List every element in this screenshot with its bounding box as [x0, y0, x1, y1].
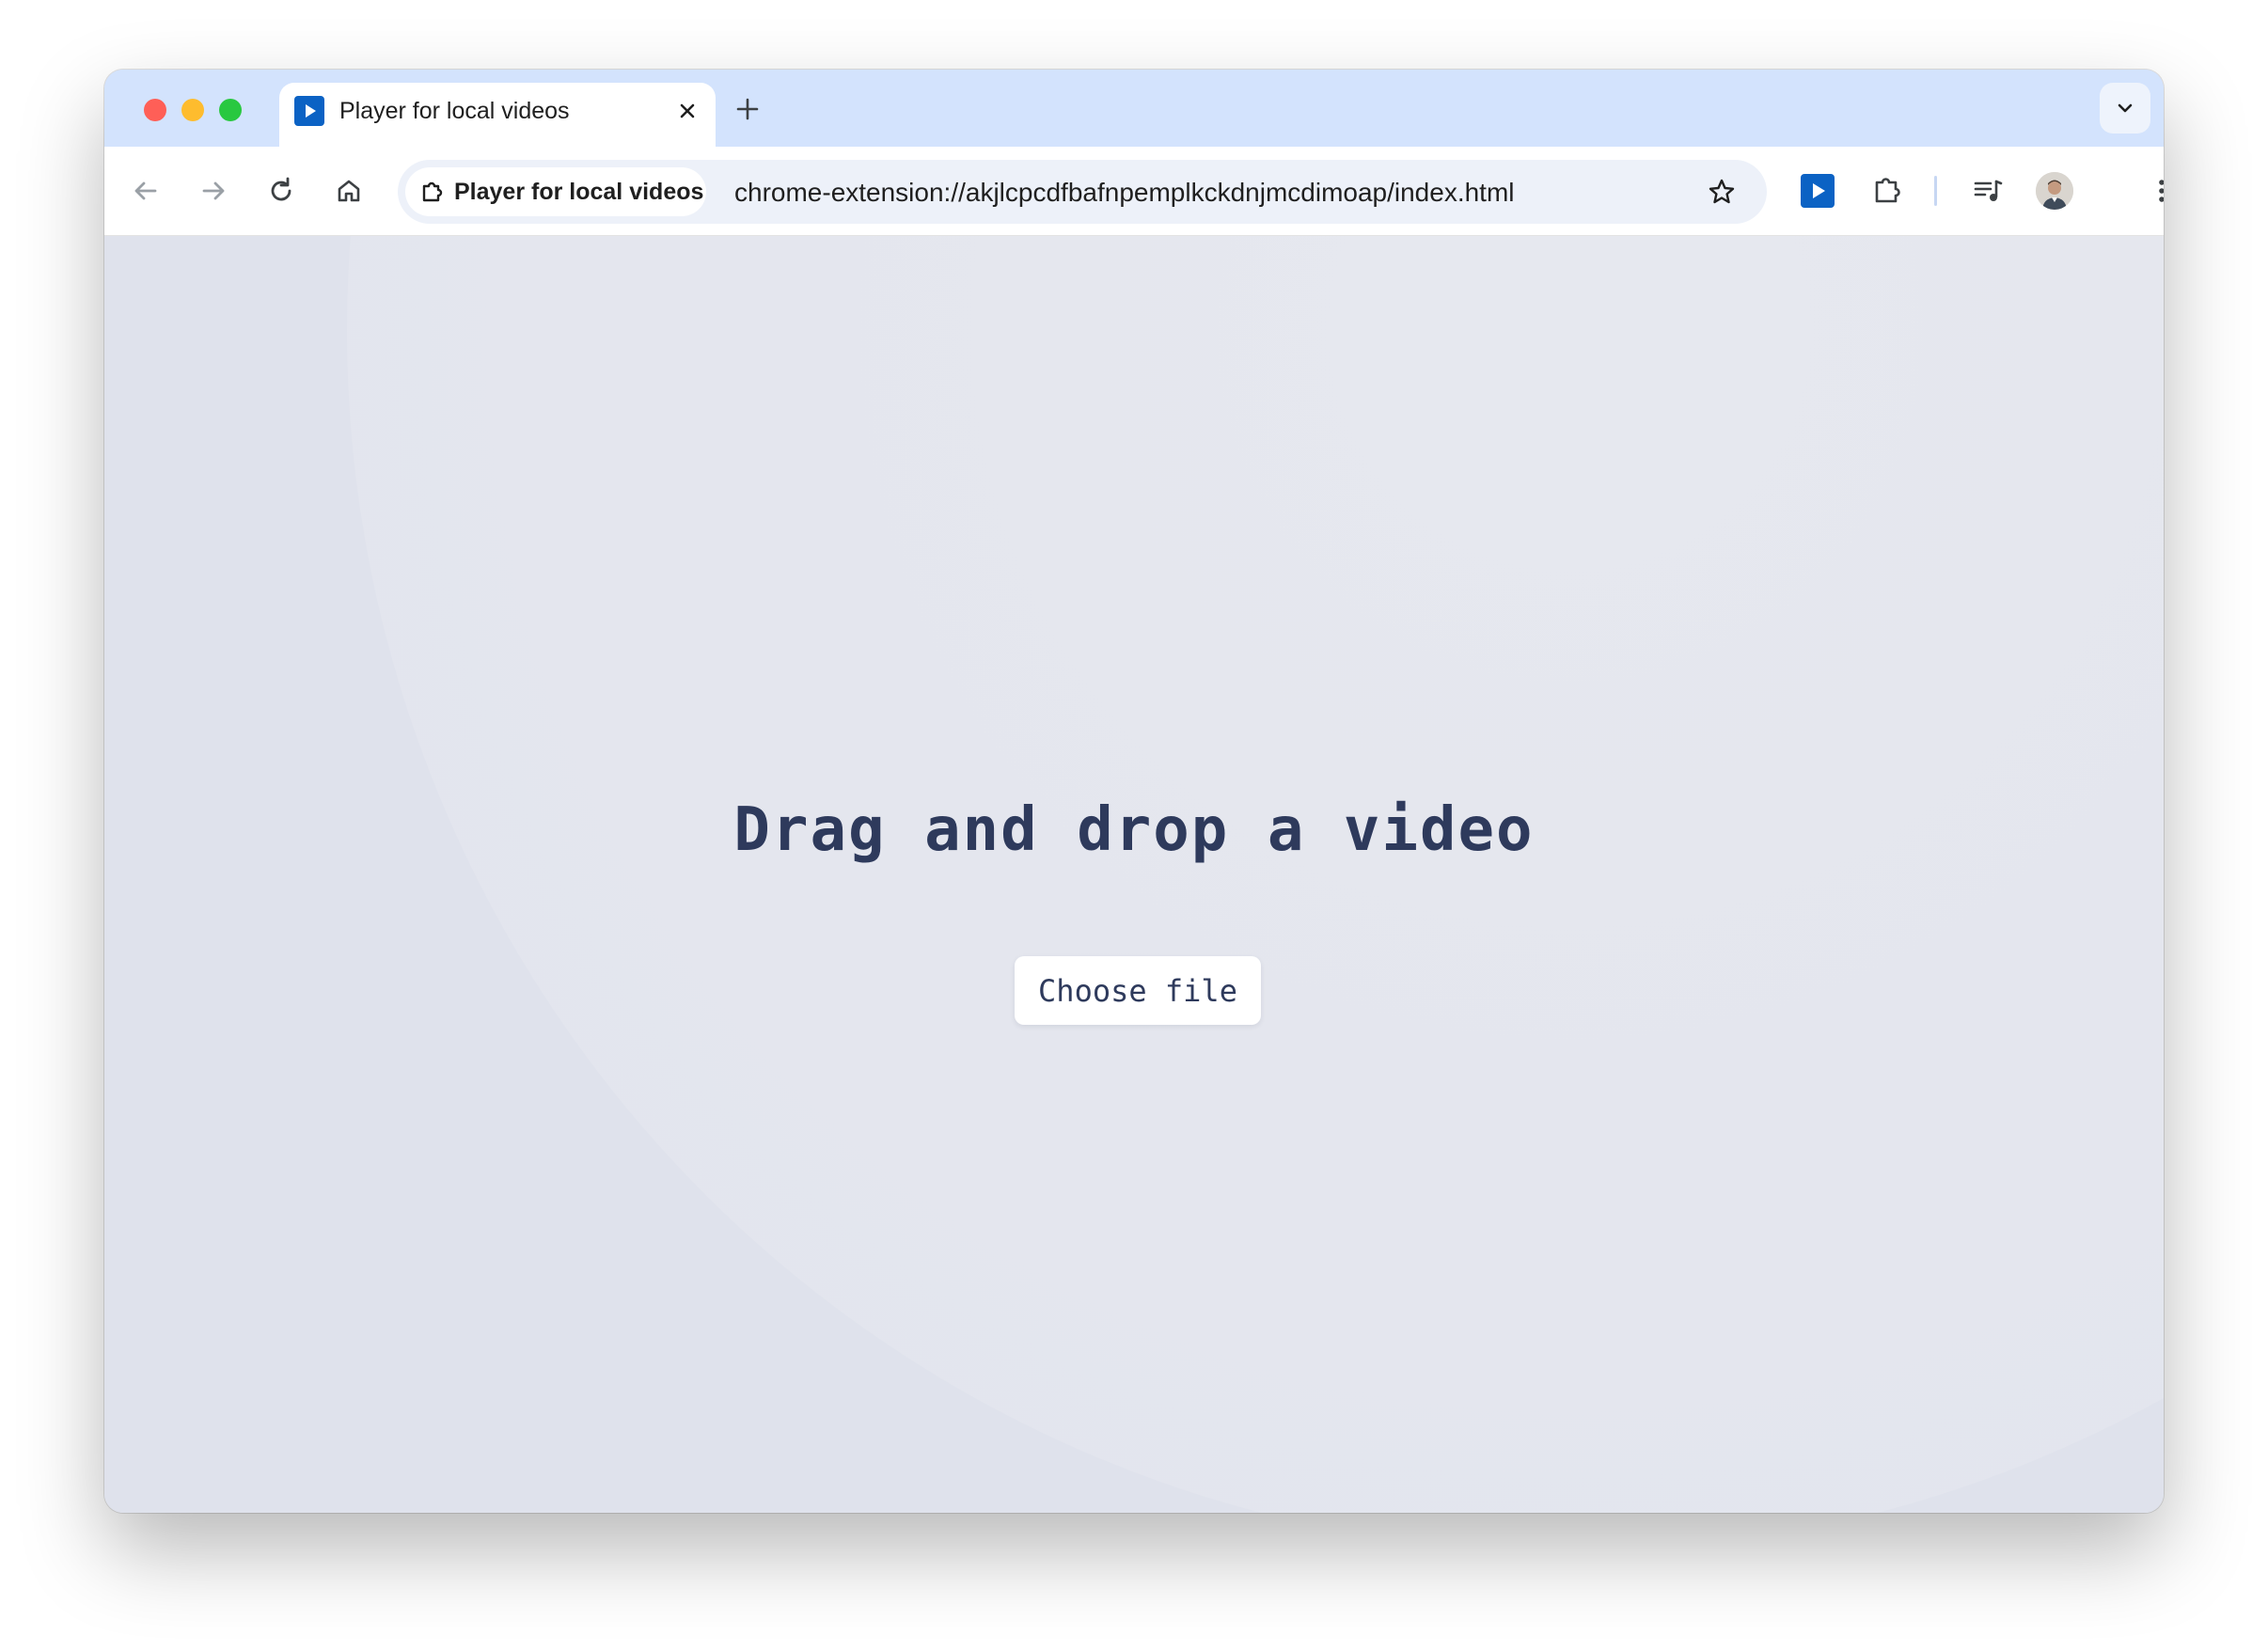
avatar[interactable] [2036, 172, 2073, 210]
site-info-chip[interactable]: Player for local videos [405, 167, 706, 216]
url-text[interactable]: chrome-extension://akjlcpcdfbafnpemplkck… [734, 178, 1515, 208]
browser-window: Player for local videos Player for local… [104, 70, 2164, 1513]
extensions-button[interactable] [1868, 172, 1906, 210]
puzzle-icon [1875, 178, 1900, 203]
menu-button[interactable] [2143, 172, 2164, 210]
home-button[interactable] [330, 172, 368, 210]
close-window-button[interactable] [144, 99, 166, 121]
background-glow [347, 236, 2164, 1513]
home-icon [338, 180, 360, 202]
arrow-right-icon [202, 181, 225, 200]
tab-title: Player for local videos [339, 98, 570, 124]
drop-zone-title: Drag and drop a video [733, 795, 1535, 865]
play-icon[interactable] [1801, 174, 1835, 208]
tab-strip: Player for local videos [104, 70, 2164, 147]
play-icon [294, 96, 324, 126]
new-tab-button[interactable] [732, 94, 763, 124]
browser-toolbar: Player for local videos chrome-extension… [104, 147, 2164, 236]
media-queue-icon [1974, 180, 2003, 201]
media-controls-button[interactable] [1970, 172, 2008, 210]
toolbar-divider [1934, 176, 1937, 206]
forward-button[interactable] [195, 172, 232, 210]
arrow-left-icon [134, 181, 157, 200]
kebab-menu-icon [2159, 180, 2164, 202]
puzzle-icon [422, 181, 443, 202]
back-button[interactable] [127, 172, 165, 210]
close-icon[interactable] [674, 98, 701, 124]
page-content[interactable]: Drag and drop a video Choose file [104, 236, 2164, 1513]
site-info-label: Player for local videos [454, 179, 704, 205]
tab-active[interactable]: Player for local videos [279, 83, 716, 147]
address-bar[interactable]: Player for local videos chrome-extension… [398, 160, 1767, 224]
choose-file-button[interactable]: Choose file [1015, 956, 1261, 1025]
reload-button[interactable] [262, 172, 300, 210]
tab-search-button[interactable] [2100, 83, 2150, 134]
reload-icon [271, 177, 291, 201]
minimize-window-button[interactable] [181, 99, 204, 121]
maximize-window-button[interactable] [219, 99, 242, 121]
chevron-down-icon [2118, 103, 2133, 113]
star-icon[interactable] [1705, 175, 1739, 209]
